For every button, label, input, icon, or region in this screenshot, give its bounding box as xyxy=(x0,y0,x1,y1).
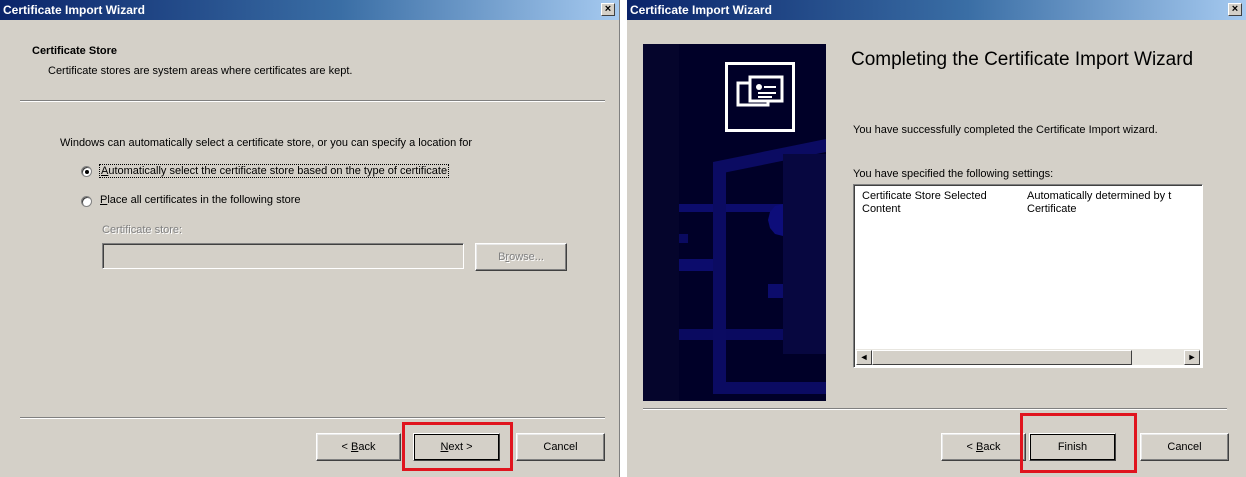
back-button[interactable]: < Back xyxy=(316,433,401,461)
success-message: You have successfully completed the Cert… xyxy=(853,124,1158,136)
setting-key: Certificate Store Selected xyxy=(862,190,987,202)
settings-label: You have specified the following setting… xyxy=(853,168,1054,180)
radio-auto-select[interactable] xyxy=(81,166,92,177)
cancel-button[interactable]: Cancel xyxy=(516,433,605,461)
close-button[interactable]: × xyxy=(1228,3,1242,16)
wizard-window-certificate-store: Certificate Import Wizard × Certificate … xyxy=(0,0,620,477)
setting-key: Content xyxy=(862,203,901,215)
wizard-window-completing: Certificate Import Wizard × Completing t… xyxy=(626,0,1246,477)
page-subtitle: Certificate stores are system areas wher… xyxy=(48,65,353,77)
setting-value: Automatically determined by t xyxy=(1027,190,1172,202)
settings-row: Content xyxy=(862,203,901,215)
radio-place-in-store-label[interactable]: Place all certificates in the following … xyxy=(100,194,301,206)
horizontal-scrollbar[interactable]: ◄ ► xyxy=(856,349,1200,365)
radio-auto-select-label[interactable]: Automatically select the certificate sto… xyxy=(99,164,450,178)
close-icon: × xyxy=(1231,3,1239,15)
scroll-right-icon[interactable]: ► xyxy=(1184,350,1200,365)
intro-text: Windows can automatically select a certi… xyxy=(60,137,473,149)
radio-selected-dot xyxy=(85,170,89,174)
title-bar[interactable]: Certificate Import Wizard × xyxy=(0,0,619,20)
setting-value: Certificate xyxy=(1027,203,1077,215)
page-title: Certificate Store xyxy=(32,45,117,57)
close-button[interactable]: × xyxy=(601,3,615,16)
header-divider xyxy=(20,100,605,102)
title-bar[interactable]: Certificate Import Wizard × xyxy=(627,0,1246,20)
certificate-store-input[interactable] xyxy=(102,243,464,269)
next-button-highlight xyxy=(402,422,513,471)
wizard-header: Certificate Store Certificate stores are… xyxy=(0,20,619,100)
scroll-thumb[interactable] xyxy=(872,350,1132,365)
browse-button[interactable]: Browse... xyxy=(475,243,567,271)
window-title: Certificate Import Wizard xyxy=(3,3,145,17)
radio-place-in-store[interactable] xyxy=(81,196,92,207)
window-title: Certificate Import Wizard xyxy=(630,3,772,17)
scroll-left-icon[interactable]: ◄ xyxy=(856,350,872,365)
settings-list[interactable]: Certificate Store Selected Automatically… xyxy=(853,184,1203,368)
footer-divider xyxy=(20,417,605,419)
certificate-store-label: Certificate store: xyxy=(102,224,183,236)
certificate-icon xyxy=(725,62,795,132)
back-button[interactable]: < Back xyxy=(941,433,1026,461)
cancel-button[interactable]: Cancel xyxy=(1140,433,1229,461)
wizard-side-panel xyxy=(643,44,826,401)
close-icon: × xyxy=(604,3,612,15)
footer-divider xyxy=(643,408,1227,410)
settings-row: Certificate Store Selected xyxy=(862,190,987,202)
completion-heading: Completing the Certificate Import Wizard xyxy=(851,49,1194,70)
finish-button-highlight xyxy=(1020,413,1137,473)
